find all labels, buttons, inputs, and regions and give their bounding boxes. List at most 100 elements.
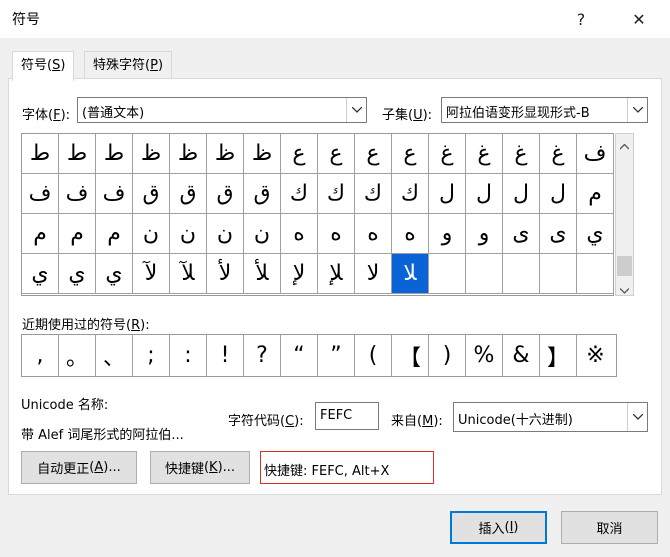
symbol-cell[interactable]: ى: [540, 214, 577, 254]
symbol-cell[interactable]: ﻸ: [244, 254, 281, 294]
symbol-cell[interactable]: ط: [22, 134, 59, 174]
symbol-cell[interactable]: غ: [503, 134, 540, 174]
symbol-cell[interactable]: [466, 254, 503, 294]
symbol-cell[interactable]: ك: [318, 174, 355, 214]
symbol-cell[interactable]: ى: [503, 214, 540, 254]
recent-symbol-cell[interactable]: “: [281, 335, 318, 376]
recent-symbol-cell[interactable]: 【: [392, 335, 429, 376]
recent-symbol-cell[interactable]: 、: [96, 335, 133, 376]
symbol-cell[interactable]: ع: [392, 134, 429, 174]
subset-select[interactable]: 阿拉伯语变形显现形式-B: [441, 97, 648, 123]
symbol-cell[interactable]: ظ: [133, 134, 170, 174]
symbol-grid-scrollbar[interactable]: [615, 133, 634, 296]
symbol-cell[interactable]: ن: [170, 214, 207, 254]
symbol-cell[interactable]: ي: [22, 254, 59, 294]
recent-symbol-cell[interactable]: ?: [244, 335, 281, 376]
symbol-cell[interactable]: ف: [22, 174, 59, 214]
recent-symbol-cell[interactable]: ,: [22, 335, 59, 376]
tab-special-characters[interactable]: 特殊字符(P): [84, 51, 173, 80]
symbol-cell[interactable]: و: [429, 214, 466, 254]
symbol-cell[interactable]: ل: [466, 174, 503, 214]
symbol-cell[interactable]: ن: [133, 214, 170, 254]
symbol-cell[interactable]: [429, 254, 466, 294]
symbol-cell[interactable]: ق: [244, 174, 281, 214]
symbol-cell[interactable]: و: [466, 214, 503, 254]
symbol-cell[interactable]: ه: [318, 214, 355, 254]
from-select-value: Unicode(十六进制): [458, 413, 573, 428]
symbol-cell[interactable]: غ: [429, 134, 466, 174]
help-button[interactable]: ?: [558, 0, 604, 38]
tab-symbols[interactable]: 符号(S): [12, 51, 75, 81]
symbol-cell[interactable]: ف: [96, 174, 133, 214]
symbol-cell[interactable]: ه: [355, 214, 392, 254]
symbol-cell[interactable]: ق: [170, 174, 207, 214]
symbol-cell[interactable]: [503, 254, 540, 294]
symbol-grid[interactable]: طططظظظظععععغغغغففففققققككككللللممممننننه…: [21, 133, 614, 296]
symbol-cell[interactable]: ه: [392, 214, 429, 254]
symbol-cell[interactable]: ﻷ: [207, 254, 244, 294]
scroll-thumb[interactable]: [617, 256, 632, 276]
close-icon[interactable]: ✕: [616, 0, 662, 38]
symbol-cell[interactable]: ي: [59, 254, 96, 294]
shortcut-key-button[interactable]: 快捷键(K)...: [150, 451, 250, 484]
recent-symbol-cell[interactable]: ※: [577, 335, 614, 376]
symbol-cell[interactable]: ﻶ: [170, 254, 207, 294]
scroll-down-icon[interactable]: [619, 283, 630, 298]
symbol-cell[interactable]: ل: [503, 174, 540, 214]
symbol-cell[interactable]: ع: [281, 134, 318, 174]
symbol-cell[interactable]: ط: [96, 134, 133, 174]
symbol-cell[interactable]: ن: [207, 214, 244, 254]
symbol-cell[interactable]: م: [96, 214, 133, 254]
symbol-cell[interactable]: ك: [392, 174, 429, 214]
symbol-cell[interactable]: غ: [540, 134, 577, 174]
font-label-key: F: [53, 108, 61, 123]
recent-symbol-cell[interactable]: &: [503, 335, 540, 376]
symbol-cell[interactable]: ﻼ: [392, 254, 429, 294]
symbol-cell[interactable]: ف: [577, 134, 614, 174]
symbol-cell[interactable]: ط: [59, 134, 96, 174]
from-select[interactable]: Unicode(十六进制): [453, 402, 648, 432]
symbol-cell[interactable]: ﻺ: [318, 254, 355, 294]
symbol-cell[interactable]: ي: [96, 254, 133, 294]
symbol-cell[interactable]: ﻻ: [355, 254, 392, 294]
symbol-cell[interactable]: م: [22, 214, 59, 254]
scroll-up-icon[interactable]: [619, 139, 630, 154]
insert-button[interactable]: 插入(I): [450, 511, 547, 544]
recent-symbol-cell[interactable]: %: [466, 335, 503, 376]
symbol-cell[interactable]: ل: [540, 174, 577, 214]
recent-symbol-cell[interactable]: :: [170, 335, 207, 376]
recent-symbol-cell[interactable]: 。: [59, 335, 96, 376]
char-code-input[interactable]: FEFC: [315, 402, 379, 430]
symbol-cell[interactable]: ق: [207, 174, 244, 214]
symbol-cell[interactable]: ل: [429, 174, 466, 214]
cancel-button[interactable]: 取消: [561, 511, 658, 544]
symbol-cell[interactable]: م: [59, 214, 96, 254]
recent-symbol-cell[interactable]: ”: [318, 335, 355, 376]
symbol-cell[interactable]: ظ: [244, 134, 281, 174]
symbol-cell[interactable]: غ: [466, 134, 503, 174]
recent-symbol-cell[interactable]: 】: [540, 335, 577, 376]
symbol-cell[interactable]: [540, 254, 577, 294]
symbol-cell[interactable]: ف: [59, 174, 96, 214]
symbol-cell[interactable]: ع: [318, 134, 355, 174]
symbol-cell[interactable]: ع: [355, 134, 392, 174]
symbol-cell[interactable]: ك: [355, 174, 392, 214]
symbol-cell[interactable]: ن: [244, 214, 281, 254]
recent-symbols[interactable]: ,。、;:!? “”(【)% &】 ※: [21, 334, 617, 377]
font-select[interactable]: (普通文本): [77, 97, 367, 123]
symbol-cell[interactable]: ﻵ: [133, 254, 170, 294]
symbol-cell[interactable]: ظ: [170, 134, 207, 174]
symbol-cell[interactable]: ﻹ: [281, 254, 318, 294]
recent-symbol-cell[interactable]: ;: [133, 335, 170, 376]
symbol-cell[interactable]: [577, 254, 614, 294]
symbol-cell[interactable]: ظ: [207, 134, 244, 174]
symbol-cell[interactable]: ك: [281, 174, 318, 214]
symbol-cell[interactable]: ق: [133, 174, 170, 214]
symbol-cell[interactable]: ه: [281, 214, 318, 254]
recent-symbol-cell[interactable]: (: [355, 335, 392, 376]
recent-symbol-cell[interactable]: !: [207, 335, 244, 376]
symbol-cell[interactable]: ي: [577, 214, 614, 254]
autocorrect-button[interactable]: 自动更正(A)...: [21, 451, 137, 484]
symbol-cell[interactable]: م: [577, 174, 614, 214]
recent-symbol-cell[interactable]: ): [429, 335, 466, 376]
